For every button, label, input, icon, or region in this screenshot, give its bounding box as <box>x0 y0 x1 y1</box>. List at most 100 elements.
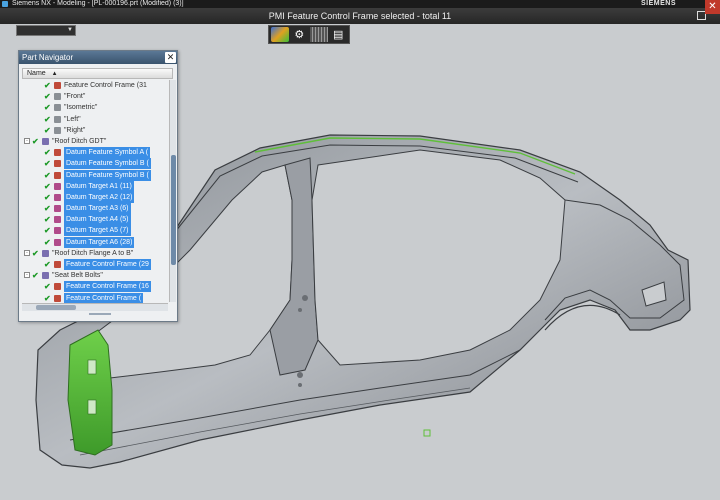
part-navigator-panel: Part Navigator ✕ Name ▲ ✔ Feature Control… <box>18 50 178 322</box>
collapse-icon[interactable]: - <box>24 249 30 256</box>
tree-node[interactable]: ✔ Feature Control Frame (16 <box>22 281 168 293</box>
bolt-hole <box>297 372 303 378</box>
collapse-icon[interactable]: - <box>24 272 30 279</box>
hinge-slot-2 <box>87 399 97 415</box>
tree-node-label: Datum Target A4 (5) <box>64 214 131 226</box>
status-message: PMI Feature Control Frame selected - tot… <box>268 11 452 21</box>
scroll-thumb[interactable] <box>171 155 176 265</box>
datum-marker <box>423 429 431 437</box>
nx-app-icon <box>2 1 8 7</box>
tree-node-label: Datum Target A6 (28) <box>64 236 135 248</box>
tree-node-label: Datum Feature Symbol B ( <box>64 158 151 170</box>
vertical-scrollbar[interactable] <box>169 80 176 302</box>
visibility-check-icon[interactable]: ✔ <box>44 147 52 158</box>
tree-node[interactable]: ✔ Datum Target A3 (6) <box>22 203 168 215</box>
visibility-check-icon[interactable]: ✔ <box>44 158 52 169</box>
part-navigator-header[interactable]: Part Navigator ✕ <box>19 51 177 64</box>
datum-icon <box>54 171 61 179</box>
datum-icon <box>54 149 61 157</box>
tree-node[interactable]: - ✔ "Roof Ditch Flange A to B" <box>22 248 168 259</box>
settings-gear-icon[interactable]: ⚙ <box>291 27 309 42</box>
tree-node[interactable]: ✔ Datum Target A4 (5) <box>22 214 168 226</box>
tree-node[interactable]: ✔ Datum Feature Symbol B ( <box>22 158 168 170</box>
visibility-check-icon[interactable]: ✔ <box>44 170 52 181</box>
visibility-check-icon[interactable]: ✔ <box>44 214 52 225</box>
tree-node[interactable]: ✔ Datum Target A1 (11) <box>22 180 168 192</box>
visibility-check-icon[interactable]: ✔ <box>32 248 40 259</box>
hinge-slot-1 <box>87 359 97 375</box>
target-icon <box>54 227 61 235</box>
view-icon <box>54 126 61 134</box>
tree-node[interactable]: - ✔ "Seat Belt Bolts" <box>22 270 168 281</box>
visibility-check-icon[interactable]: ✔ <box>44 192 52 203</box>
pmi-icon <box>54 283 61 291</box>
visibility-check-icon[interactable]: ✔ <box>44 237 52 248</box>
window-title-bar: Siemens NX - Modeling - [PL-000196.prt (… <box>0 0 720 8</box>
tree-node[interactable]: ✔ Datum Target A5 (7) <box>22 225 168 237</box>
pmi-icon <box>54 82 61 89</box>
target-icon <box>54 238 61 246</box>
horizontal-scrollbar[interactable] <box>22 303 168 311</box>
tree-node[interactable]: ✔ Feature Control Frame (31 <box>22 80 168 91</box>
tree-node[interactable]: - ✔ "Roof Ditch GDT" <box>22 136 168 147</box>
visibility-check-icon[interactable]: ✔ <box>44 102 52 113</box>
target-icon <box>54 182 61 190</box>
tree-node[interactable]: ✔ "Front" <box>22 91 168 102</box>
column-header-name[interactable]: Name ▲ <box>22 68 173 79</box>
window-title: Siemens NX - Modeling - [PL-000196.prt (… <box>12 0 184 7</box>
target-icon <box>54 193 61 201</box>
tree-node-label: Feature Control Frame ( <box>64 292 144 304</box>
group-icon <box>42 249 49 257</box>
tree-node-label: Datum Feature Symbol A ( <box>64 147 151 159</box>
sort-ascending-icon: ▲ <box>51 71 58 77</box>
tree-node[interactable]: ✔ "Right" <box>22 125 168 136</box>
target-icon <box>54 216 61 224</box>
visibility-check-icon[interactable]: ✔ <box>44 181 52 192</box>
part-navigator-title: Part Navigator <box>22 53 74 62</box>
visibility-check-icon[interactable]: ✔ <box>44 114 52 125</box>
tree-node-label: Feature Control Frame (31 <box>64 82 147 89</box>
tree-node-label: "Isometric" <box>64 104 98 112</box>
visibility-check-icon[interactable]: ✔ <box>44 259 52 270</box>
view-icon <box>54 104 61 112</box>
tree-node[interactable]: ✔ "Left" <box>22 114 168 125</box>
visibility-check-icon[interactable]: ✔ <box>44 80 52 91</box>
tree-node-label: "Seat Belt Bolts" <box>52 272 103 280</box>
panel-resize-handle[interactable] <box>89 313 111 317</box>
tree-node[interactable]: ✔ Datum Target A2 (12) <box>22 191 168 203</box>
pmi-icon <box>54 261 61 268</box>
grid-icon[interactable] <box>310 27 328 42</box>
tree-node-label: Datum Target A1 (11) <box>64 180 134 192</box>
tree-node-label: Datum Target A3 (6) <box>64 203 131 215</box>
pmi-icon <box>54 294 61 302</box>
status-bar: PMI Feature Control Frame selected - tot… <box>0 8 720 24</box>
scroll-thumb[interactable] <box>36 305 76 310</box>
visibility-check-icon[interactable]: ✔ <box>44 293 52 304</box>
selection-filter-icon[interactable] <box>271 27 289 42</box>
tree-node-label: Feature Control Frame (16 <box>64 281 151 293</box>
tree-node[interactable]: ✔ "Isometric" <box>22 102 168 113</box>
chevron-down-icon: ▼ <box>67 27 73 33</box>
tree-node[interactable]: ✔ Feature Control Frame (29 <box>22 259 168 270</box>
tree-node[interactable]: ✔ Datum Feature Symbol A ( <box>22 147 168 159</box>
dropdown-menu-icon[interactable]: ▤ <box>330 27 348 42</box>
group-icon <box>42 137 49 145</box>
visibility-check-icon[interactable]: ✔ <box>44 281 52 292</box>
tree-node[interactable]: ✔ Datum Target A6 (28) <box>22 236 168 248</box>
tree-node-label: Datum Feature Symbol B ( <box>64 169 151 181</box>
target-icon <box>54 205 61 213</box>
resource-bar-dropdown[interactable]: ▼ <box>16 25 76 36</box>
visibility-check-icon[interactable]: ✔ <box>32 270 40 281</box>
close-window-button[interactable]: ✕ <box>705 0 720 14</box>
datum-icon <box>54 160 61 168</box>
visibility-check-icon[interactable]: ✔ <box>44 125 52 136</box>
visibility-check-icon[interactable]: ✔ <box>44 225 52 236</box>
visibility-check-icon[interactable]: ✔ <box>44 203 52 214</box>
close-icon[interactable]: ✕ <box>165 52 176 63</box>
visibility-check-icon[interactable]: ✔ <box>32 136 40 147</box>
selection-toolbar: ⚙ ▤ <box>268 25 350 44</box>
tree-node-label: "Right" <box>64 126 86 134</box>
visibility-check-icon[interactable]: ✔ <box>44 91 52 102</box>
tree-node[interactable]: ✔ Datum Feature Symbol B ( <box>22 169 168 181</box>
collapse-icon[interactable]: - <box>24 137 30 144</box>
